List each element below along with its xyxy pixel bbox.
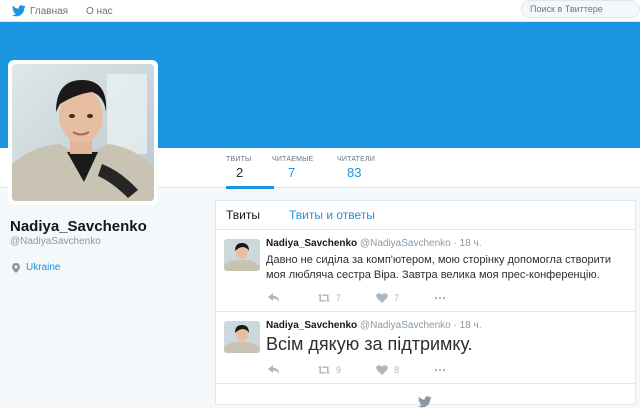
reply-button[interactable] bbox=[268, 365, 286, 375]
tweet-text: Всім дякую за підтримку. bbox=[266, 334, 473, 354]
twitter-bird-icon bbox=[418, 396, 432, 408]
stat-followers-value: 83 bbox=[347, 165, 362, 180]
tweet-timestamp[interactable]: · 18 ч. bbox=[454, 320, 482, 331]
timeline-tabs: Твиты Твиты и ответы bbox=[216, 201, 635, 230]
heart-icon bbox=[376, 365, 388, 375]
more-icon bbox=[434, 368, 446, 372]
tweet-header: Nadiya_Savchenko @NadiyaSavchenko · 18 ч… bbox=[266, 238, 482, 249]
search-input[interactable] bbox=[521, 0, 640, 18]
tweet[interactable]: Nadiya_Savchenko @NadiyaSavchenko · 18 ч… bbox=[216, 313, 635, 384]
retweet-icon bbox=[318, 294, 330, 302]
stat-following-label: ЧИТАЕМЫЕ bbox=[272, 156, 314, 163]
stat-tweets-label: ТВИТЫ bbox=[226, 156, 252, 163]
stat-following-value: 7 bbox=[288, 165, 296, 180]
like-button[interactable]: 7 bbox=[376, 293, 402, 303]
tweet-author-handle[interactable]: @NadiyaSavchenko bbox=[360, 320, 451, 331]
more-button[interactable] bbox=[434, 293, 452, 303]
avatar-photo bbox=[12, 64, 154, 201]
tab-tweets-and-replies[interactable]: Твиты и ответы bbox=[289, 208, 375, 222]
tweet-actions: 9 8 bbox=[268, 365, 484, 375]
stat-following[interactable]: ЧИТАЕМЫЕ 7 bbox=[272, 156, 313, 180]
stat-tweets[interactable]: ТВИТЫ 2 bbox=[226, 156, 275, 189]
twitter-bird-icon bbox=[12, 5, 26, 17]
location-pin-icon bbox=[12, 262, 20, 273]
reply-icon bbox=[268, 293, 279, 302]
retweet-button[interactable]: 9 bbox=[318, 365, 344, 375]
tweet-avatar[interactable] bbox=[224, 321, 260, 353]
retweet-button[interactable]: 7 bbox=[318, 293, 344, 303]
stat-followers[interactable]: ЧИТАТЕЛИ 83 bbox=[337, 156, 375, 180]
person-photo-icon bbox=[12, 64, 154, 201]
top-navigation-bar: Главная О нас bbox=[0, 0, 640, 22]
nav-about-label: О нас bbox=[86, 5, 113, 17]
nav-home[interactable]: Главная bbox=[12, 0, 68, 22]
retweet-count: 7 bbox=[336, 293, 342, 303]
more-button[interactable] bbox=[434, 365, 452, 375]
heart-icon bbox=[376, 293, 388, 303]
stat-followers-label: ЧИТАТЕЛИ bbox=[337, 156, 376, 163]
reply-button[interactable] bbox=[268, 293, 286, 303]
retweet-icon bbox=[318, 366, 330, 374]
tweet-text: Давно не сиділа за комп'ютером, мою стор… bbox=[266, 254, 611, 281]
nav-home-label: Главная bbox=[30, 5, 69, 17]
like-count: 8 bbox=[394, 365, 400, 375]
location-label: Ukraine bbox=[26, 262, 61, 273]
more-icon bbox=[434, 296, 446, 300]
profile-location[interactable]: Ukraine bbox=[12, 262, 60, 273]
tweet-actions: 7 7 bbox=[268, 293, 484, 303]
stat-tweets-value: 2 bbox=[236, 165, 244, 180]
timeline: Твиты Твиты и ответы Nadiya_Savchenko @N… bbox=[215, 200, 636, 405]
reply-icon bbox=[268, 365, 279, 374]
profile-name: Nadiya_Savchenko bbox=[10, 218, 147, 235]
tweet-header: Nadiya_Savchenko @NadiyaSavchenko · 18 ч… bbox=[266, 320, 482, 331]
profile-avatar[interactable] bbox=[8, 60, 158, 205]
tweet[interactable]: Nadiya_Savchenko @NadiyaSavchenko · 18 ч… bbox=[216, 231, 635, 312]
person-photo-icon bbox=[224, 321, 260, 353]
like-count: 7 bbox=[394, 293, 400, 303]
tweet-author-name[interactable]: Nadiya_Savchenko bbox=[266, 238, 357, 249]
tab-tweets[interactable]: Твиты bbox=[226, 208, 260, 222]
like-button[interactable]: 8 bbox=[376, 365, 402, 375]
person-photo-icon bbox=[224, 239, 260, 271]
nav-about[interactable]: О нас bbox=[86, 0, 113, 22]
tweet-timestamp[interactable]: · 18 ч. bbox=[454, 238, 482, 249]
tweet-author-handle[interactable]: @NadiyaSavchenko bbox=[360, 238, 451, 249]
profile-handle: @NadiyaSavchenko bbox=[10, 236, 101, 247]
tweet-author-name[interactable]: Nadiya_Savchenko bbox=[266, 320, 357, 331]
tweet-avatar[interactable] bbox=[224, 239, 260, 271]
retweet-count: 9 bbox=[336, 365, 342, 375]
